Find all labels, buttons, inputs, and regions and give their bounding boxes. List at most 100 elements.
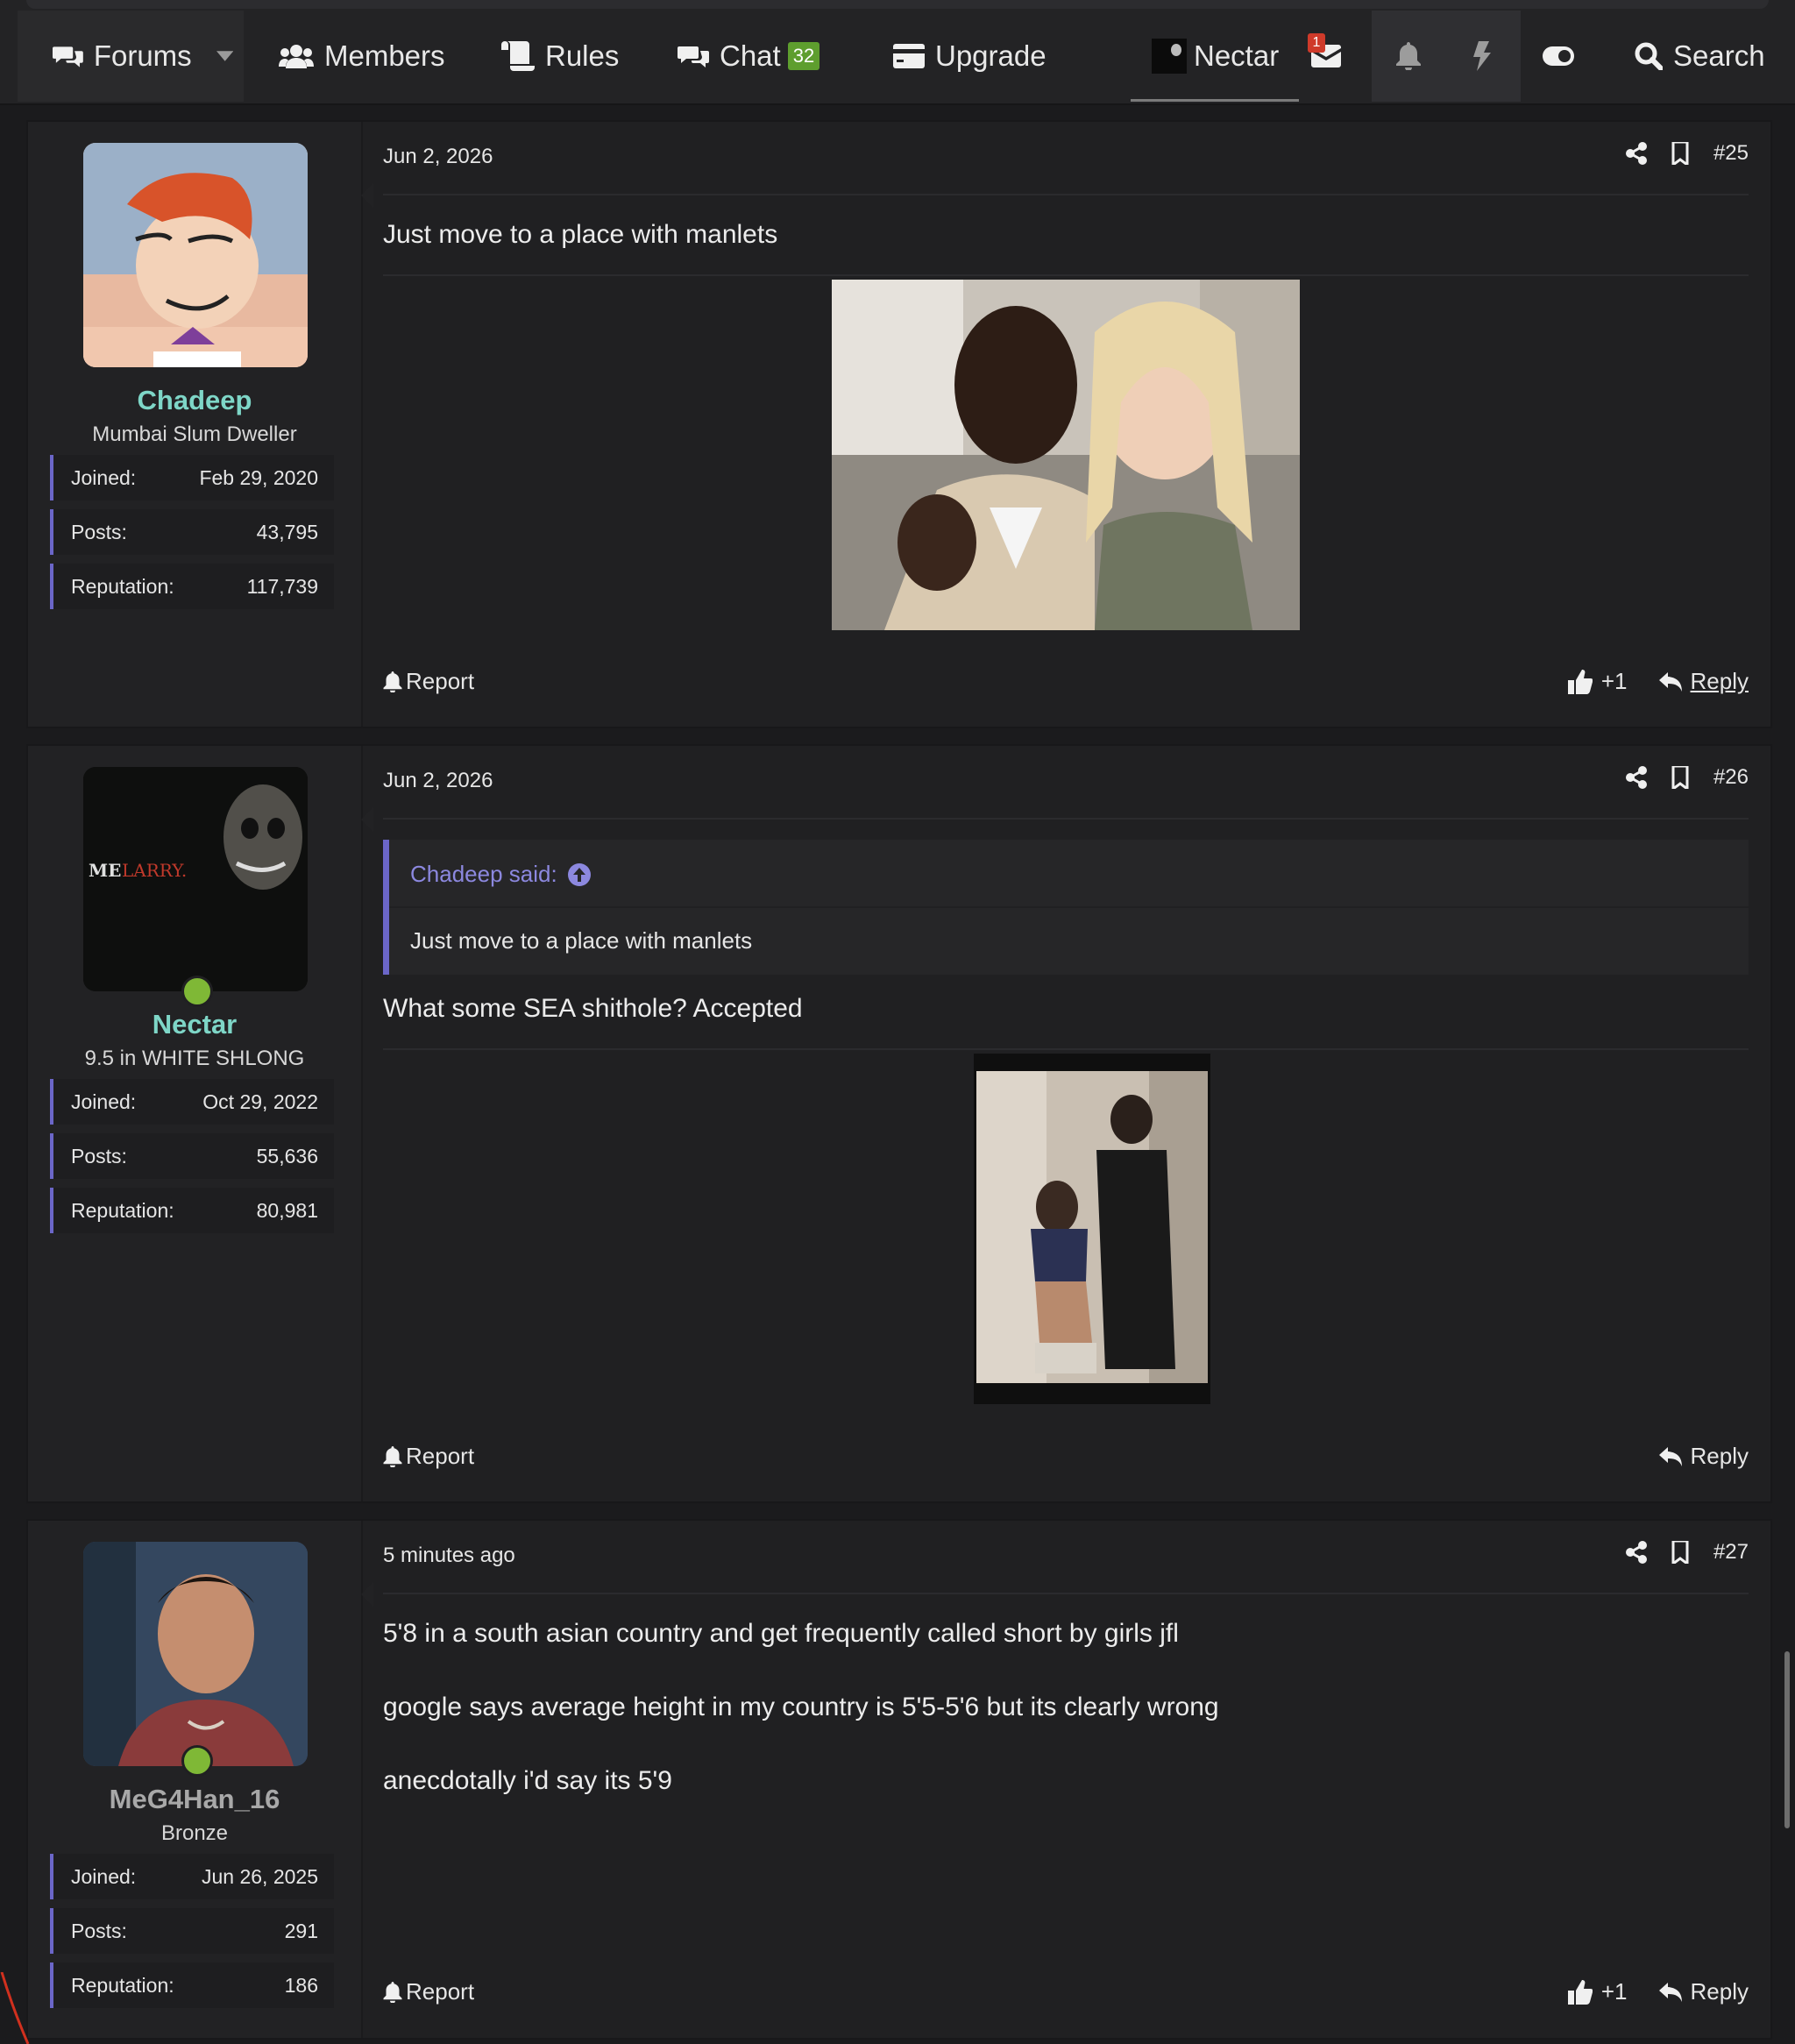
- nav-search-label: Search: [1673, 39, 1765, 72]
- stat-reputation: Reputation: 186: [50, 1962, 334, 2008]
- nav-chat-label: Chat: [720, 39, 781, 72]
- reply-button[interactable]: Reply: [1658, 1443, 1749, 1470]
- bolt-icon: [1473, 41, 1491, 71]
- share-icon[interactable]: [1625, 766, 1647, 789]
- post-26: ME LARRY. Nectar 9.5 in WHITE SHLONG Joi…: [26, 744, 1772, 1503]
- post-header-actions: #26: [1625, 765, 1749, 790]
- reply-button[interactable]: Reply: [1658, 1978, 1749, 2005]
- message-header: Jun 2, 2026 #25: [383, 122, 1749, 195]
- message-area: 5 minutes ago #27 5'8 in a south asian c…: [383, 1521, 1749, 2038]
- reply-label: Reply: [1690, 1443, 1749, 1469]
- bell-icon: [1396, 42, 1421, 70]
- stat-value: 291: [284, 1919, 318, 1942]
- message-area: Jun 2, 2026 #26 Chadeep said: Just move …: [383, 746, 1749, 1501]
- nav-alerts[interactable]: [1372, 11, 1521, 102]
- post-text: Just move to a place with manlets: [383, 220, 778, 249]
- stat-value: Feb 29, 2020: [199, 465, 318, 489]
- post-number[interactable]: #25: [1713, 141, 1749, 166]
- stat-label: Reputation:: [71, 574, 174, 598]
- stat-label: Posts:: [71, 520, 127, 543]
- share-icon[interactable]: [1625, 142, 1647, 165]
- post-text-line: google says average height in my country…: [383, 1693, 1219, 1721]
- quote-author: Chadeep said:: [410, 861, 557, 887]
- username[interactable]: MeG4Han_16: [28, 1784, 361, 1815]
- larry-avatar-image: ME LARRY.: [83, 767, 308, 991]
- post-number[interactable]: #27: [1713, 1540, 1749, 1565]
- reply-label: Reply: [1690, 1978, 1749, 2005]
- avatar[interactable]: [83, 143, 308, 367]
- nav-forums-label: Forums: [93, 39, 192, 72]
- reply-icon: [1658, 671, 1682, 692]
- post-text-line: anecdotally i'd say its 5'9: [383, 1766, 672, 1795]
- report-button[interactable]: Report: [383, 668, 474, 695]
- share-icon[interactable]: [1625, 1541, 1647, 1564]
- report-button[interactable]: Report: [383, 1978, 474, 2005]
- username[interactable]: Nectar: [28, 1009, 361, 1040]
- post-image[interactable]: [832, 280, 1300, 630]
- post-number[interactable]: #26: [1713, 765, 1749, 790]
- divider: [383, 1048, 1749, 1050]
- post-date[interactable]: Jun 2, 2026: [383, 769, 493, 793]
- nav-chat[interactable]: Chat 32: [678, 11, 820, 102]
- bookmark-icon[interactable]: [1671, 142, 1689, 165]
- post-image[interactable]: [974, 1054, 1210, 1404]
- chat-icon: [678, 46, 709, 67]
- arrow-up-circle-icon[interactable]: [567, 862, 591, 886]
- post-text-line: 5'8 in a south asian country and get fre…: [383, 1619, 1179, 1648]
- reply-button[interactable]: Reply: [1658, 668, 1749, 695]
- reaction-count: +1: [1600, 1978, 1628, 2005]
- username[interactable]: Chadeep: [28, 385, 361, 416]
- stat-joined: Joined: Feb 29, 2020: [50, 455, 334, 500]
- user-title: Bronze: [160, 1821, 229, 1845]
- post-date[interactable]: 5 minutes ago: [383, 1544, 515, 1568]
- report-label: Report: [406, 1443, 475, 1469]
- reaction[interactable]: +1: [1567, 668, 1628, 695]
- nav-members-label: Members: [324, 39, 445, 72]
- nav-members[interactable]: Members: [279, 11, 445, 102]
- stat-value: 55,636: [256, 1144, 318, 1167]
- nav-inbox[interactable]: [1311, 11, 1352, 102]
- cartoon-avatar-image: [83, 143, 308, 367]
- post-actions: +1 Reply: [1567, 1978, 1749, 2005]
- reaction[interactable]: +1: [1567, 1978, 1628, 2005]
- stat-value: Oct 29, 2022: [202, 1089, 318, 1113]
- user-info-panel: MeG4Han_16 Bronze Joined: Jun 26, 2025 P…: [28, 1521, 363, 2038]
- chat-count-badge: 32: [787, 42, 820, 70]
- avatar[interactable]: ME LARRY.: [83, 767, 308, 991]
- nav-account[interactable]: Nectar: [1131, 11, 1299, 102]
- message-header: Jun 2, 2026 #26: [383, 746, 1749, 820]
- stat-label: Joined:: [71, 465, 137, 489]
- post-arrow: [361, 183, 373, 208]
- post-text: What some SEA shithole? Accepted: [383, 994, 803, 1023]
- stat-label: Reputation:: [71, 1198, 174, 1222]
- nav-upgrade[interactable]: Upgrade: [893, 11, 1046, 102]
- stat-label: Joined:: [71, 1089, 137, 1113]
- reaction-count: +1: [1600, 668, 1628, 694]
- stat-label: Posts:: [71, 1144, 127, 1167]
- post-header-actions: #27: [1625, 1540, 1749, 1565]
- bookmark-icon[interactable]: [1671, 766, 1689, 789]
- avatar[interactable]: [83, 1542, 308, 1766]
- post-actions: Reply: [1658, 1443, 1749, 1470]
- post-27: MeG4Han_16 Bronze Joined: Jun 26, 2025 P…: [26, 1519, 1772, 2040]
- quote-attribution[interactable]: Chadeep said:: [410, 861, 591, 888]
- theme-toggle[interactable]: [1543, 11, 1585, 102]
- user-info-panel: Chadeep Mumbai Slum Dweller Joined: Feb …: [28, 122, 363, 727]
- nav-rules[interactable]: Rules: [501, 11, 619, 102]
- scrollbar[interactable]: [1784, 1651, 1790, 1828]
- caret-down-icon[interactable]: [216, 51, 233, 61]
- nav-search[interactable]: Search: [1635, 11, 1765, 102]
- nav-forums[interactable]: Forums: [18, 11, 244, 102]
- bell-icon: [383, 671, 402, 692]
- post-date[interactable]: Jun 2, 2026: [383, 145, 493, 169]
- report-button[interactable]: Report: [383, 1443, 474, 1470]
- annotation-mark: [0, 1972, 30, 2044]
- account-underline: [1131, 99, 1299, 102]
- nav-account-label: Nectar: [1194, 39, 1280, 72]
- stat-value: 117,739: [246, 574, 318, 598]
- post-actions: +1 Reply: [1567, 668, 1749, 695]
- divider: [383, 274, 1749, 276]
- bookmark-icon[interactable]: [1671, 1541, 1689, 1564]
- online-indicator: [181, 1745, 213, 1777]
- online-indicator: [181, 976, 213, 1007]
